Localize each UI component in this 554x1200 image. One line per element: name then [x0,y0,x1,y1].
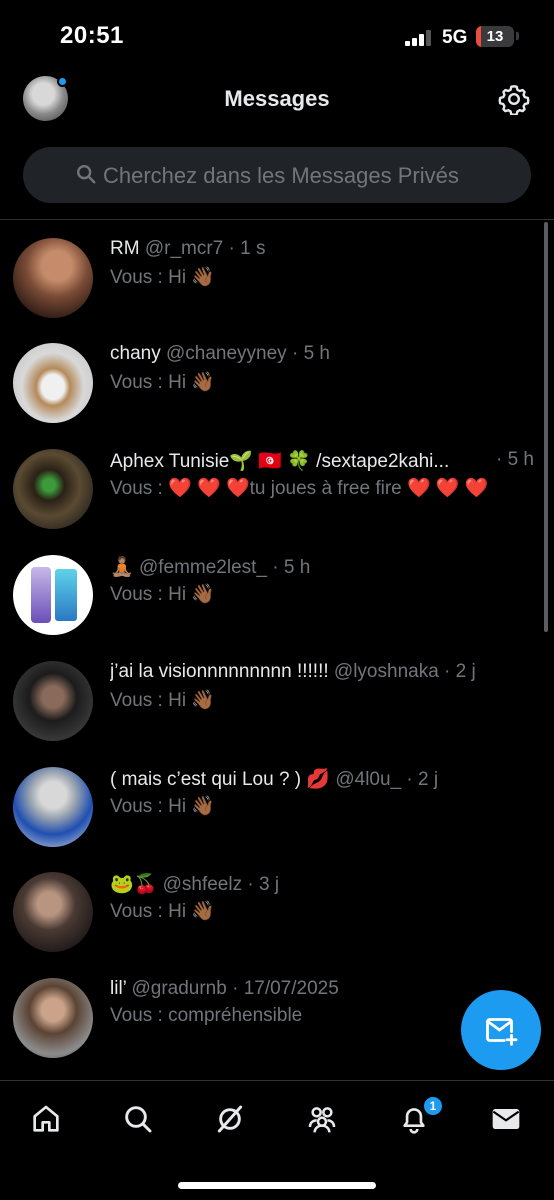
conversation-header: 🧘🏽 @femme2lest_ · 5 h [110,557,311,578]
conversation-row[interactable]: Aphex Tunisie🌱 🇹🇳 🍀 /sextape2kahi... · 5… [0,449,554,554]
conversation-preview: Vous : Hi 👋🏾 [110,372,215,393]
home-icon [33,1105,59,1132]
conversation-name: ( mais c’est qui Lou ? ) 💋 [110,769,331,790]
battery-tip [516,32,519,40]
conversation-header: lil’ @gradurnb · 17/07/2025 [110,978,339,999]
avatar [13,872,93,952]
conversation-row[interactable]: ( mais c’est qui Lou ? ) 💋 @4l0u_ · 2 j … [0,767,554,872]
conversation-time: 3 j [259,874,280,895]
communities-icon [308,1107,336,1133]
status-time: 20:51 [60,22,124,49]
conversation-name: 🧘🏽 [110,557,134,578]
conversation-handle: @femme2lest_ [138,557,268,578]
notification-badge: 1 [422,1095,444,1117]
conversation-header: chany @chaneyyney · 5 h [110,343,330,364]
conversation-name: chany [110,343,161,364]
conversation-header: ( mais c’est qui Lou ? ) 💋 @4l0u_ · 2 j [110,769,439,790]
conversation-header: RM @r_mcr7 · 1 s [110,238,266,259]
conversation-row[interactable]: chany @chaneyyney · 5 h Vous : Hi 👋🏾 [0,343,554,448]
tab-messages[interactable] [484,1097,528,1141]
avatar [13,343,93,423]
avatar [13,767,93,847]
conversation-name: 🐸🍒 [110,874,158,895]
avatar [13,449,93,529]
conversation-time: 1 s [240,238,266,259]
tab-communities[interactable] [300,1097,344,1141]
tab-grok[interactable] [208,1097,252,1141]
divider [0,219,554,220]
home-indicator[interactable] [178,1182,376,1189]
conversation-preview: Vous : Hi 👋🏾 [110,690,215,711]
conversation-time: 5 h [507,449,534,470]
conversation-preview: Vous : Hi 👋🏾 [110,901,215,922]
battery-percentage: 13 [486,28,504,45]
conversation-header: j’ai la visionnnnnnnnn !!!!!! @lyoshnaka… [110,661,476,682]
conversation-header: 🐸🍒 @shfeelz · 3 j [110,874,280,895]
grok-icon [217,1105,243,1133]
network-type: 5G [442,27,468,48]
messages-envelope-icon [492,1109,520,1129]
conversation-row[interactable]: RM @r_mcr7 · 1 s Vous : Hi 👋🏾 [0,238,554,343]
avatar [13,555,93,635]
new-message-icon [486,1018,518,1046]
conversation-time: 5 h [303,343,330,364]
conversation-handle: @shfeelz [162,874,243,895]
page-title: Messages [224,86,330,111]
avatar [13,661,93,741]
conversation-preview: Vous : Hi 👋🏾 [110,796,215,817]
conversation-name: lil’ [110,978,127,999]
avatar-image [31,567,51,623]
conversation-name: RM [110,238,140,259]
search-input[interactable]: Cherchez dans les Messages Privés [23,147,531,203]
conversation-handle: @4l0u_ [335,769,402,790]
conversation-preview: Vous : ❤️ ❤️ ❤️tu joues à free fire ❤️ ❤… [110,478,489,499]
conversation-header: Aphex Tunisie🌱 🇹🇳 🍀 /sextape2kahi... [110,449,484,475]
conversation-preview: Vous : Hi 👋🏾 [110,267,215,288]
conversation-time: 2 j [455,661,476,682]
conversation-row[interactable]: j’ai la visionnnnnnnnn !!!!!! @lyoshnaka… [0,661,554,766]
conversation-time: 2 j [418,769,439,790]
conversation-row[interactable]: 🐸🍒 @shfeelz · 3 j Vous : Hi 👋🏾 [0,872,554,977]
scrollbar[interactable] [544,222,548,632]
search-icon [77,165,96,184]
conversation-handle: @chaneyyney [165,343,287,364]
conversation-preview: Vous : Hi 👋🏾 [110,584,215,605]
avatar [13,238,93,318]
status-bar: 20:51 5G 13 [0,0,554,70]
tab-home[interactable] [24,1097,68,1141]
avatar [13,978,93,1058]
explore-icon [125,1106,152,1133]
conversation-handle: @gradurnb [131,978,227,999]
battery-icon: 13 [476,26,514,47]
conversation-name: Aphex Tunisie🌱 🇹🇳 🍀 /sextape2kahi... [110,451,450,472]
settings-gear-icon[interactable] [498,83,530,117]
header: Messages [0,70,554,128]
conversation-row[interactable]: 🧘🏽 @femme2lest_ · 5 h Vous : Hi 👋🏾 [0,555,554,660]
cellular-signal-icon [405,30,433,46]
tab-explore[interactable] [116,1097,160,1141]
conversation-handle: @lyoshnaka [333,661,439,682]
conversation-handle: @r_mcr7 [144,238,224,259]
conversation-name: j’ai la visionnnnnnnnn !!!!!! [110,661,329,682]
conversation-time: 5 h [283,557,311,578]
search-placeholder: Cherchez dans les Messages Privés [103,163,459,188]
conversation-time: 17/07/2025 [243,978,339,999]
new-message-button[interactable] [461,990,541,1070]
